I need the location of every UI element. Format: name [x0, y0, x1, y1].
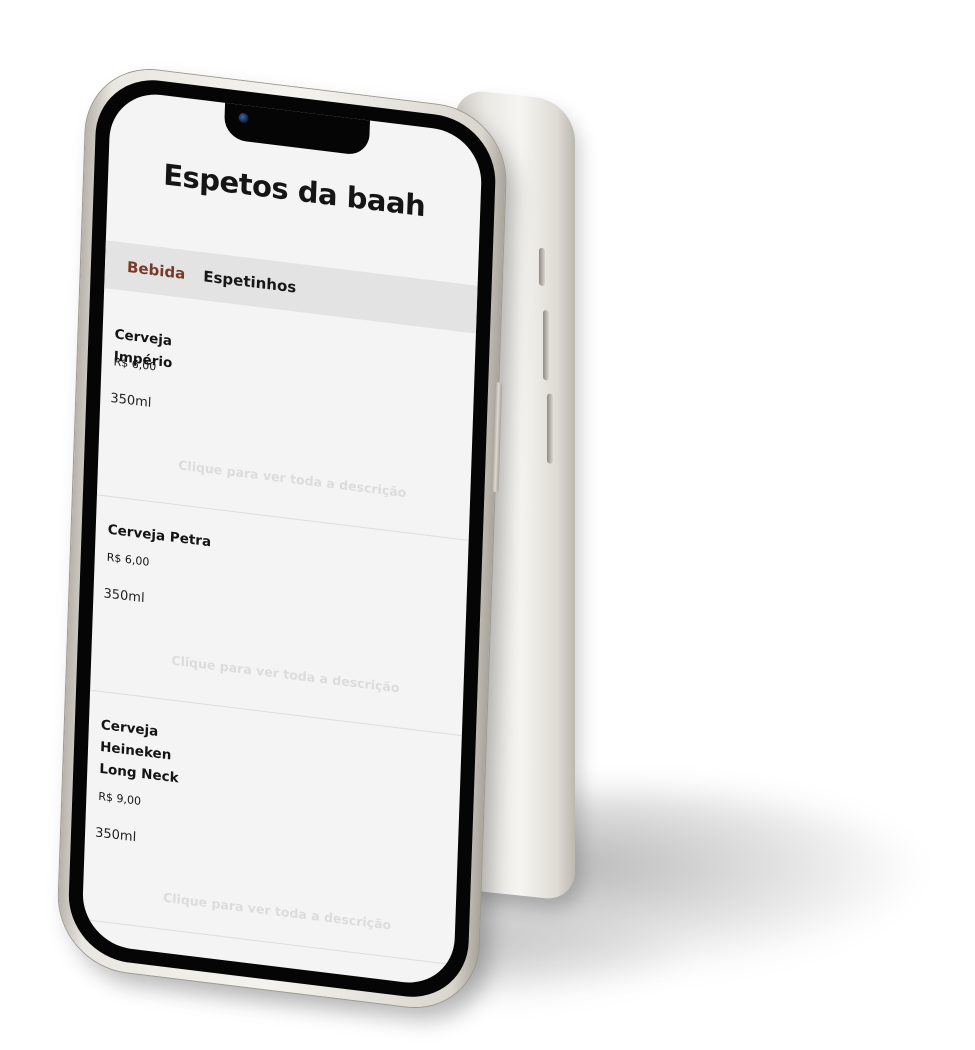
- item-name: Cerveja Império: [113, 326, 173, 372]
- list-item[interactable]: Cerveja Heineken Long Neck R$ 9,00 350ml…: [82, 690, 462, 966]
- app-screen: Espetos da baah Bebida Espetinhos Cervej…: [81, 88, 483, 989]
- phone-device: Espetos da baah Bebida Espetinhos Cervej…: [56, 62, 508, 1016]
- item-hint: Clique para ver toda a descrição: [171, 652, 400, 696]
- item-hint: Clique para ver toda a descrição: [178, 457, 407, 501]
- item-description: 350ml: [103, 586, 145, 607]
- back-phone-button: [543, 309, 549, 381]
- product-list: Cerveja Império R$ 6,00 350ml Clique par…: [82, 300, 476, 966]
- item-name: Cerveja Heineken Long Neck: [99, 717, 179, 787]
- item-description: 350ml: [94, 825, 137, 846]
- tab-bebida[interactable]: Bebida: [127, 258, 186, 283]
- product-mockup-scene: Espetos da baah Bebida Espetinhos Cervej…: [0, 0, 975, 1050]
- page-title: Espetos da baah: [162, 157, 426, 224]
- item-name: Cerveja Petra: [107, 521, 212, 551]
- camera-icon: [238, 112, 249, 124]
- item-description: 350ml: [110, 390, 152, 411]
- back-phone-button: [547, 393, 553, 464]
- tab-espetinhos[interactable]: Espetinhos: [203, 267, 297, 296]
- item-price: R$ 9,00: [98, 789, 142, 808]
- back-phone-button: [539, 247, 545, 287]
- item-hint: Clique para ver toda a descrição: [162, 889, 392, 933]
- item-price: R$ 6,00: [106, 550, 150, 569]
